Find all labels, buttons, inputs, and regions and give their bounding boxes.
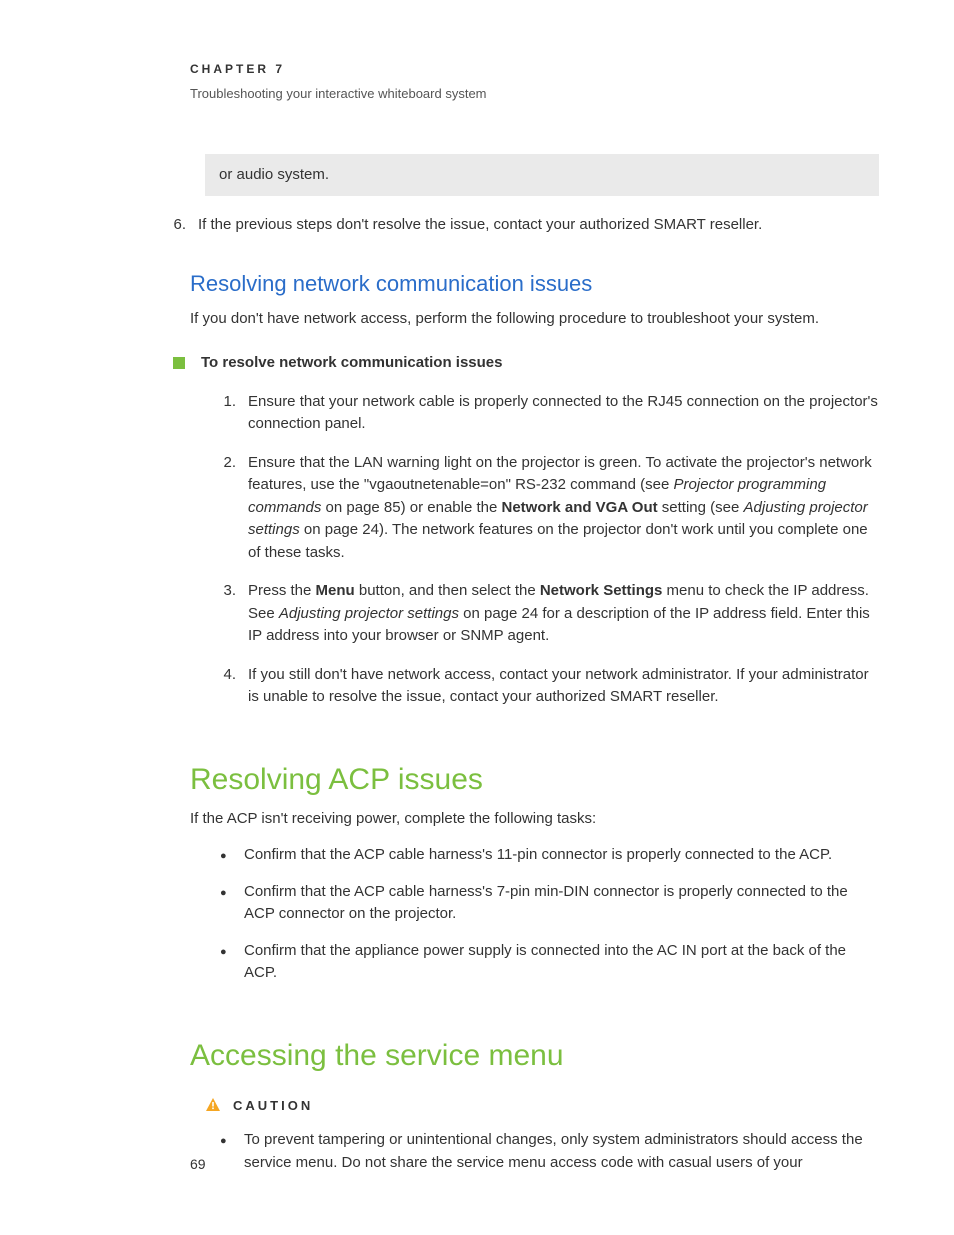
step-number: 4. (220, 664, 248, 709)
chapter-subtitle: Troubleshooting your interactive whitebo… (190, 84, 879, 104)
section-heading-network: Resolving network communication issues (190, 267, 879, 300)
step-text: Ensure that the LAN warning light on the… (248, 452, 879, 565)
step-number: 3. (220, 580, 248, 648)
cross-ref: Adjusting projector settings (279, 605, 459, 622)
step-number: 6. (170, 214, 198, 237)
step-text: If the previous steps don't resolve the … (198, 214, 879, 237)
list-item: ● Confirm that the ACP cable harness's 1… (220, 844, 879, 867)
list-item: 3. Press the Menu button, and then selec… (220, 580, 879, 648)
caution-label: CAUTION (233, 1096, 313, 1116)
page-number: 69 (190, 1154, 206, 1175)
procedure-list: 1. Ensure that your network cable is pro… (220, 391, 879, 709)
section-intro: If you don't have network access, perfor… (190, 308, 879, 331)
step-text: If you still don't have network access, … (248, 664, 879, 709)
bullet-icon: ● (220, 1129, 244, 1174)
step-number: 2. (220, 452, 248, 565)
bullet-text: Confirm that the ACP cable harness's 11-… (244, 844, 879, 867)
bullet-icon: ● (220, 844, 244, 867)
caution-bullet-list: ● To prevent tampering or unintentional … (220, 1129, 879, 1174)
list-item: 2. Ensure that the LAN warning light on … (220, 452, 879, 565)
procedure-title: To resolve network communication issues (201, 352, 502, 375)
section-heading-acp: Resolving ACP issues (190, 757, 879, 802)
continued-note-box: or audio system. (205, 154, 879, 197)
procedure-title-row: To resolve network communication issues (173, 352, 879, 375)
continued-note-text: or audio system. (219, 166, 329, 183)
bullet-text: Confirm that the appliance power supply … (244, 940, 879, 985)
bullet-list: ● Confirm that the ACP cable harness's 1… (220, 844, 879, 985)
section-intro: If the ACP isn't receiving power, comple… (190, 808, 879, 831)
caution-icon (205, 1097, 221, 1113)
step-number: 1. (220, 391, 248, 436)
section-heading-service: Accessing the service menu (190, 1033, 879, 1078)
chapter-header: CHAPTER 7 Troubleshooting your interacti… (190, 60, 879, 104)
list-item: ● To prevent tampering or unintentional … (220, 1129, 879, 1174)
list-item: 6. If the previous steps don't resolve t… (170, 214, 879, 237)
caution-header: CAUTION (205, 1096, 879, 1116)
bullet-text: To prevent tampering or unintentional ch… (244, 1129, 879, 1174)
procedure-marker-icon (173, 357, 185, 369)
ui-term: Menu (316, 582, 355, 599)
bullet-text: Confirm that the ACP cable harness's 7-p… (244, 881, 879, 926)
bullet-icon: ● (220, 881, 244, 926)
step-text: Ensure that your network cable is proper… (248, 391, 879, 436)
chapter-label: CHAPTER 7 (190, 60, 879, 78)
list-item: 4. If you still don't have network acces… (220, 664, 879, 709)
list-item: 1. Ensure that your network cable is pro… (220, 391, 879, 436)
step-text: Press the Menu button, and then select t… (248, 580, 879, 648)
ui-term: Network Settings (540, 582, 663, 599)
list-item: ● Confirm that the ACP cable harness's 7… (220, 881, 879, 926)
list-item: ● Confirm that the appliance power suppl… (220, 940, 879, 985)
bullet-icon: ● (220, 940, 244, 985)
ui-term: Network and VGA Out (502, 499, 658, 516)
